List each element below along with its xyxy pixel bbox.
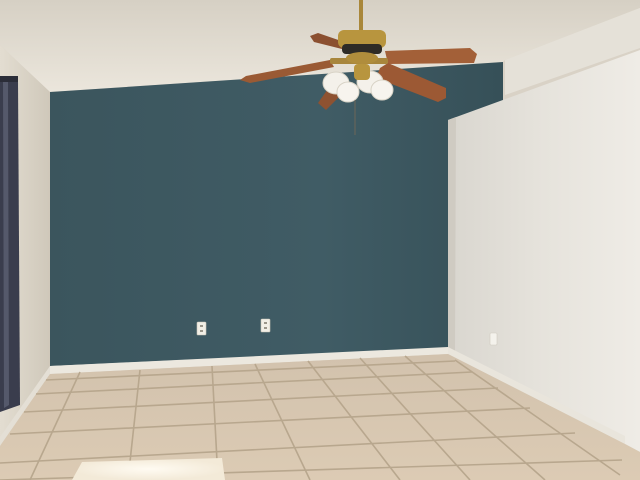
accent-wall <box>50 62 503 366</box>
curtain <box>0 76 20 412</box>
fan-light-globe <box>336 81 360 103</box>
fan-downrod <box>359 0 363 34</box>
corner-shadow <box>448 117 456 354</box>
outlet-left <box>196 321 207 336</box>
outlet-right <box>260 318 271 333</box>
outlet-side-wall <box>489 332 498 346</box>
curtain-highlight <box>3 80 9 408</box>
fan-light-globe <box>370 79 394 101</box>
room-illustration <box>0 0 640 480</box>
curtain-rod <box>0 76 18 82</box>
room-photo <box>0 0 640 480</box>
